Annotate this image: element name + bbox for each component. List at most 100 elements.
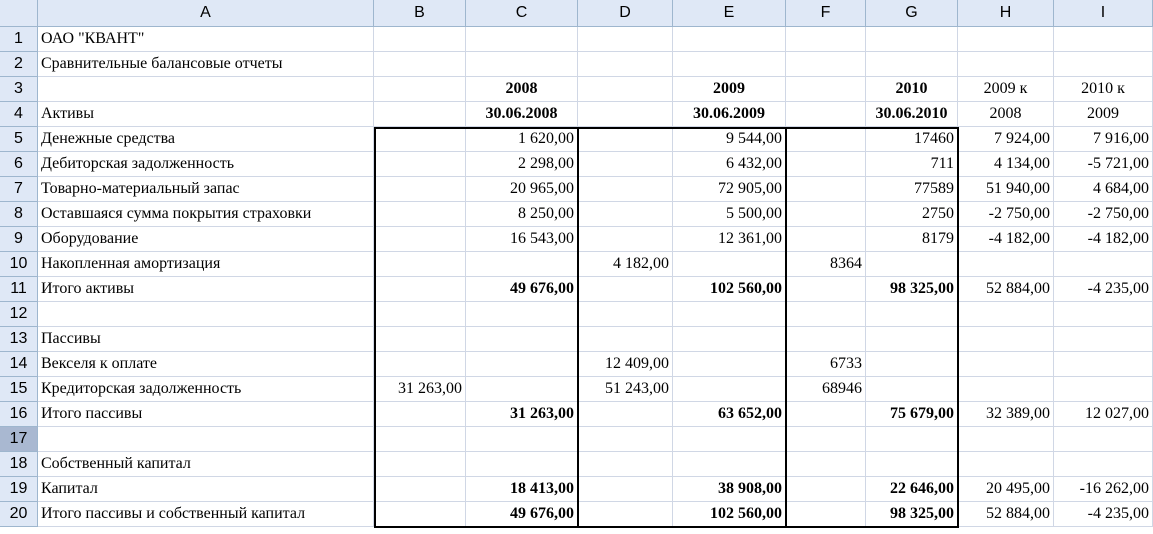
cell-h17[interactable]	[958, 427, 1054, 452]
cell-a2[interactable]: Сравнительные балансовые отчеты	[38, 52, 374, 77]
cell-c11[interactable]: 49 676,00	[466, 277, 578, 302]
row-header[interactable]: 16	[0, 402, 38, 427]
cell-f1[interactable]	[786, 27, 866, 52]
cell-f10[interactable]: 8364	[786, 252, 866, 277]
row-header[interactable]: 14	[0, 352, 38, 377]
cell-g14[interactable]	[866, 352, 958, 377]
cell-f8[interactable]	[786, 202, 866, 227]
cell-i17[interactable]	[1054, 427, 1153, 452]
row-header[interactable]: 5	[0, 127, 38, 152]
row-header[interactable]: 6	[0, 152, 38, 177]
cell-d15[interactable]: 51 243,00	[578, 377, 673, 402]
cell-a18[interactable]: Собственный капитал	[38, 452, 374, 477]
cell-a10[interactable]: Накопленная амортизация	[38, 252, 374, 277]
cell-h11[interactable]: 52 884,00	[958, 277, 1054, 302]
cell-f3[interactable]	[786, 77, 866, 102]
cell-h14[interactable]	[958, 352, 1054, 377]
row-header[interactable]: 11	[0, 277, 38, 302]
cell-g20[interactable]: 98 325,00	[866, 502, 958, 527]
cell-i20[interactable]: -4 235,00	[1054, 502, 1153, 527]
cell-d2[interactable]	[578, 52, 673, 77]
cell-g11[interactable]: 98 325,00	[866, 277, 958, 302]
cell-e4[interactable]: 30.06.2009	[673, 102, 786, 127]
cell-d14[interactable]: 12 409,00	[578, 352, 673, 377]
cell-h12[interactable]	[958, 302, 1054, 327]
cell-h19[interactable]: 20 495,00	[958, 477, 1054, 502]
cell-h15[interactable]	[958, 377, 1054, 402]
column-header-a[interactable]: A	[38, 0, 374, 27]
cell-f9[interactable]	[786, 227, 866, 252]
cell-h8[interactable]: -2 750,00	[958, 202, 1054, 227]
row-header[interactable]: 8	[0, 202, 38, 227]
cell-h20[interactable]: 52 884,00	[958, 502, 1054, 527]
cell-i8[interactable]: -2 750,00	[1054, 202, 1153, 227]
row-header[interactable]: 17	[0, 427, 38, 452]
cell-e5[interactable]: 9 544,00	[673, 127, 786, 152]
row-header[interactable]: 2	[0, 52, 38, 77]
cell-g3[interactable]: 2010	[866, 77, 958, 102]
cell-c6[interactable]: 2 298,00	[466, 152, 578, 177]
cell-g8[interactable]: 2750	[866, 202, 958, 227]
cell-e8[interactable]: 5 500,00	[673, 202, 786, 227]
cell-b13[interactable]	[374, 327, 466, 352]
cell-d9[interactable]	[578, 227, 673, 252]
cell-e19[interactable]: 38 908,00	[673, 477, 786, 502]
cell-f6[interactable]	[786, 152, 866, 177]
cell-i15[interactable]	[1054, 377, 1153, 402]
cell-f11[interactable]	[786, 277, 866, 302]
cell-d7[interactable]	[578, 177, 673, 202]
column-header-b[interactable]: B	[374, 0, 466, 27]
row-header[interactable]: 4	[0, 102, 38, 127]
cell-b1[interactable]	[374, 27, 466, 52]
column-header-g[interactable]: G	[866, 0, 958, 27]
cell-h5[interactable]: 7 924,00	[958, 127, 1054, 152]
cell-c1[interactable]	[466, 27, 578, 52]
cell-e1[interactable]	[673, 27, 786, 52]
cell-f18[interactable]	[786, 452, 866, 477]
cell-g17[interactable]	[866, 427, 958, 452]
cell-h16[interactable]: 32 389,00	[958, 402, 1054, 427]
cell-g6[interactable]: 711	[866, 152, 958, 177]
cell-d6[interactable]	[578, 152, 673, 177]
row-header[interactable]: 1	[0, 27, 38, 52]
cell-b5[interactable]	[374, 127, 466, 152]
cell-e16[interactable]: 63 652,00	[673, 402, 786, 427]
cell-i5[interactable]: 7 916,00	[1054, 127, 1153, 152]
cell-g1[interactable]	[866, 27, 958, 52]
cell-i12[interactable]	[1054, 302, 1153, 327]
cell-f4[interactable]	[786, 102, 866, 127]
cell-c17[interactable]	[466, 427, 578, 452]
cell-g15[interactable]	[866, 377, 958, 402]
cell-e17[interactable]	[673, 427, 786, 452]
cell-g10[interactable]	[866, 252, 958, 277]
cell-e18[interactable]	[673, 452, 786, 477]
cell-a5[interactable]: Денежные средства	[38, 127, 374, 152]
row-header[interactable]: 12	[0, 302, 38, 327]
cell-g12[interactable]	[866, 302, 958, 327]
cell-h10[interactable]	[958, 252, 1054, 277]
cell-d5[interactable]	[578, 127, 673, 152]
cell-i1[interactable]	[1054, 27, 1153, 52]
cell-e15[interactable]	[673, 377, 786, 402]
cell-h2[interactable]	[958, 52, 1054, 77]
cell-e11[interactable]: 102 560,00	[673, 277, 786, 302]
cell-d1[interactable]	[578, 27, 673, 52]
cell-g7[interactable]: 77589	[866, 177, 958, 202]
cell-f2[interactable]	[786, 52, 866, 77]
cell-b6[interactable]	[374, 152, 466, 177]
cell-a11[interactable]: Итого активы	[38, 277, 374, 302]
cell-a12[interactable]	[38, 302, 374, 327]
row-header[interactable]: 3	[0, 77, 38, 102]
row-header[interactable]: 19	[0, 477, 38, 502]
cell-f17[interactable]	[786, 427, 866, 452]
cell-h9[interactable]: -4 182,00	[958, 227, 1054, 252]
cell-d3[interactable]	[578, 77, 673, 102]
cell-f7[interactable]	[786, 177, 866, 202]
column-header-h[interactable]: H	[958, 0, 1054, 27]
cell-a8[interactable]: Оставшаяся сумма покрытия страховки	[38, 202, 374, 227]
cell-a1[interactable]: ОАО "КВАНТ"	[38, 27, 374, 52]
cell-b9[interactable]	[374, 227, 466, 252]
cell-b4[interactable]	[374, 102, 466, 127]
row-header[interactable]: 13	[0, 327, 38, 352]
cell-c18[interactable]	[466, 452, 578, 477]
